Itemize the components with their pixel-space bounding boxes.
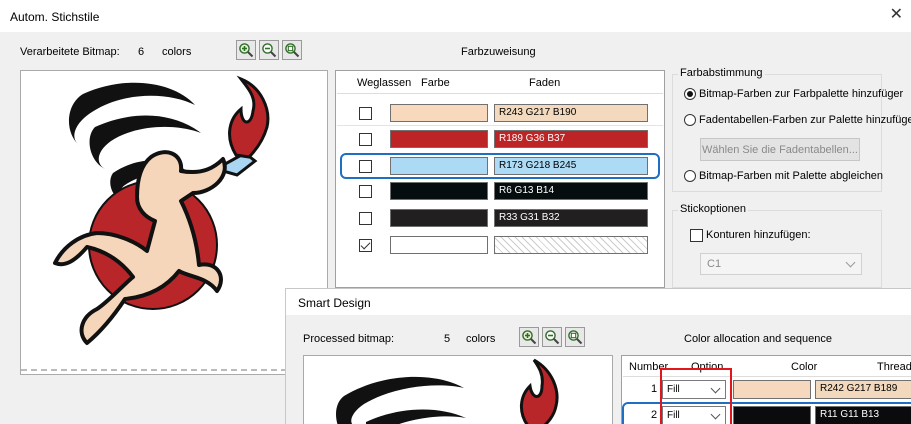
zoom-out-icon xyxy=(262,43,277,58)
color-swatch xyxy=(390,182,488,200)
thread-cell[interactable]: R189 G36 B37 xyxy=(494,130,648,148)
add-outlines-label[interactable]: Konturen hinzufügen: xyxy=(706,229,811,241)
add-outlines-checkbox[interactable] xyxy=(690,229,703,242)
radio-bitmap-to-palette-label[interactable]: Bitmap-Farben zur Farbpalette hinzufüger xyxy=(699,88,903,100)
color-swatch xyxy=(390,130,488,148)
zoom-fit-button[interactable] xyxy=(565,327,585,347)
color-match-legend: Farbabstimmung xyxy=(678,67,765,79)
stitch-options-group xyxy=(672,210,882,288)
radio-thread-tables-to-palette[interactable] xyxy=(684,114,696,126)
radio-bitmap-to-palette[interactable] xyxy=(684,88,696,100)
zoom-fit-icon xyxy=(568,330,583,345)
thread-cell[interactable]: R242 G217 B189 xyxy=(815,380,911,399)
color-assignment-table: Weglassen Farbe Faden R243 G217 B190 R18… xyxy=(335,70,665,288)
radio-match-bitmap-palette[interactable] xyxy=(684,170,696,182)
table-row[interactable]: R33 G31 B32 xyxy=(337,207,653,230)
table-header: Weglassen Farbe Faden xyxy=(337,72,663,94)
zoom-fit-button[interactable] xyxy=(282,40,302,60)
title-bar: Autom. Stichstile ✕ xyxy=(0,0,911,32)
smart-design-title: Smart Design xyxy=(298,296,371,310)
thread-cell[interactable]: R243 G217 B190 xyxy=(494,104,648,122)
radio-thread-tables-to-palette-label[interactable]: Fadentabellen-Farben zur Palette hinzufü… xyxy=(699,114,911,126)
table-row[interactable]: R6 G13 B14 xyxy=(337,180,653,203)
row-separators xyxy=(337,125,663,126)
zoom-fit-icon xyxy=(285,43,300,58)
thread-cell[interactable]: R33 G31 B32 xyxy=(494,209,648,227)
zoom-in-button[interactable] xyxy=(236,40,256,60)
bitmap-border-dashes xyxy=(21,369,327,371)
dialog-title: Autom. Stichstile xyxy=(10,10,100,24)
processed-bitmap-preview xyxy=(303,355,613,424)
chevron-down-icon xyxy=(845,257,856,268)
thread-cell-empty[interactable] xyxy=(494,236,648,254)
outline-type-select[interactable]: C1 xyxy=(700,253,862,275)
selected-row-highlight xyxy=(340,153,660,179)
zoom-out-icon xyxy=(545,330,560,345)
table-row[interactable]: R189 G36 B37 xyxy=(337,128,653,151)
processed-bitmap-label: Processed bitmap: xyxy=(303,333,395,345)
col-header-color: Color xyxy=(791,361,818,373)
smart-color-table: Number Option Color Thread 1 Fill R242 G… xyxy=(621,355,911,424)
processed-bitmap-count: 5 xyxy=(444,333,451,345)
radio-match-bitmap-palette-label[interactable]: Bitmap-Farben mit Palette abgleichen xyxy=(699,170,883,182)
color-swatch xyxy=(733,380,811,399)
col-header-omit: Weglassen xyxy=(357,77,412,89)
processed-bitmap-unit: colors xyxy=(466,333,496,345)
stitch-options-legend: Stickoptionen xyxy=(678,203,749,215)
bitmap-color-unit: colors xyxy=(162,46,192,58)
col-header-thread: Thread xyxy=(877,361,911,373)
smart-design-dialog: Smart Design Processed bitmap: 5 colors … xyxy=(285,288,911,424)
thread-cell[interactable]: R6 G13 B14 xyxy=(494,182,648,200)
zoom-out-button[interactable] xyxy=(542,327,562,347)
table-row[interactable]: R243 G217 B190 xyxy=(337,102,653,125)
omit-checkbox[interactable] xyxy=(359,133,372,146)
color-swatch xyxy=(390,236,488,254)
smart-design-title-bar: Smart Design xyxy=(286,289,911,315)
bitmap-label: Verarbeitete Bitmap: xyxy=(20,46,120,58)
zoom-in-icon xyxy=(239,43,254,58)
col-header-thread: Faden xyxy=(529,77,561,89)
zoom-out-button[interactable] xyxy=(259,40,279,60)
table-row[interactable] xyxy=(337,234,653,257)
outline-type-value: C1 xyxy=(707,258,722,270)
col-header-color: Farbe xyxy=(421,77,450,89)
omit-checkbox[interactable] xyxy=(359,107,372,120)
runner-torch-logo-partial xyxy=(336,358,559,424)
omit-checkbox-checked[interactable] xyxy=(359,239,372,252)
runner-torch-logo xyxy=(53,75,270,345)
color-allocation-sequence-title: Color allocation and sequence xyxy=(684,333,832,345)
color-swatch xyxy=(390,209,488,227)
omit-checkbox[interactable] xyxy=(359,185,372,198)
color-swatch xyxy=(390,104,488,122)
row-number: 1 xyxy=(651,383,658,395)
color-allocation-title: Farbzuweisung xyxy=(461,46,536,58)
omit-checkbox[interactable] xyxy=(359,212,372,225)
zoom-in-button[interactable] xyxy=(519,327,539,347)
bitmap-color-count: 6 xyxy=(138,46,145,58)
zoom-in-icon xyxy=(522,330,537,345)
bitmap-preview xyxy=(20,70,328,375)
select-thread-tables-button[interactable]: Wählen Sie die Fadentabellen... xyxy=(700,138,860,161)
option-column-highlight xyxy=(660,368,732,424)
close-icon[interactable]: ✕ xyxy=(890,6,903,24)
